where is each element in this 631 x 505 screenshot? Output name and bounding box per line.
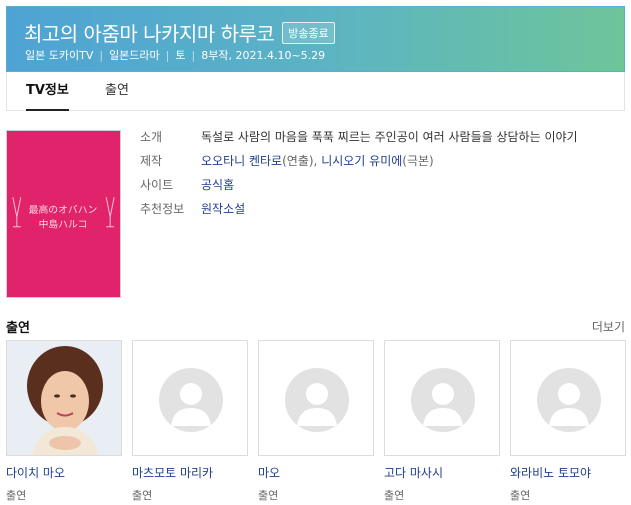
cast-name[interactable]: 마츠모토 마리카 bbox=[132, 464, 248, 481]
cast-role: 출연 bbox=[384, 489, 405, 502]
cast-photo[interactable] bbox=[6, 340, 122, 456]
tab-tv-info[interactable]: TV정보 bbox=[26, 72, 69, 111]
poster-title-line1: 最高のオバハン bbox=[29, 203, 98, 216]
cast-card[interactable]: 마츠모토 마리카 출연 bbox=[132, 340, 248, 503]
info-site-row: 사이트 공식홈 bbox=[140, 176, 610, 194]
title-row: 최고의 아줌마 나카지마 하루코 방송종료 bbox=[24, 18, 335, 47]
meta-divider: | bbox=[165, 48, 170, 62]
writer-link[interactable]: 니시오기 유미에 bbox=[321, 154, 402, 168]
tab-cast[interactable]: 출연 bbox=[105, 72, 129, 110]
program-info: 소개 독설로 사람의 마음을 푹푹 찌르는 주인공이 여러 사람들을 상담하는 … bbox=[140, 128, 610, 224]
cast-name[interactable]: 다이치 마오 bbox=[6, 464, 122, 481]
production-value: 오오타니 켄타로(연출), 니시오기 유미에(극본) bbox=[201, 152, 434, 170]
cast-card[interactable]: 와라비노 토모야 출연 bbox=[510, 340, 626, 503]
cast-photo[interactable] bbox=[258, 340, 374, 456]
meta-divider: | bbox=[99, 48, 104, 62]
cast-card[interactable]: 다이치 마오 출연 bbox=[6, 340, 122, 503]
cast-card[interactable]: 마오 출연 bbox=[258, 340, 374, 503]
director-link[interactable]: 오오타니 켄타로 bbox=[201, 154, 282, 168]
person-placeholder-icon bbox=[285, 368, 349, 432]
poster-artwork: 最高のオバハン 中島ハルコ bbox=[7, 131, 120, 297]
cast-role: 출연 bbox=[132, 489, 153, 502]
actor-photo-icon bbox=[7, 341, 121, 455]
info-intro-row: 소개 독설로 사람의 마음을 푹푹 찌르는 주인공이 여러 사람들을 상담하는 … bbox=[140, 128, 610, 146]
cast-card[interactable]: 고다 마사시 출연 bbox=[384, 340, 500, 503]
tab-bar: TV정보 출연 bbox=[6, 72, 625, 111]
cast-name[interactable]: 고다 마사시 bbox=[384, 464, 500, 481]
meta-episodes-dates: 8부작, 2021.4.10~5.29 bbox=[201, 49, 326, 62]
program-header: 최고의 아줌마 나카지마 하루코 방송종료 일본 도카이TV | 일본드라마 |… bbox=[6, 6, 625, 72]
info-recommend-row: 추천정보 원작소설 bbox=[140, 200, 610, 218]
person-placeholder-icon bbox=[159, 368, 223, 432]
program-meta: 일본 도카이TV | 일본드라마 | 토 | 8부작, 2021.4.10~5.… bbox=[25, 47, 325, 63]
cast-photo[interactable] bbox=[510, 340, 626, 456]
cast-name[interactable]: 와라비노 토모야 bbox=[510, 464, 626, 481]
poster-title-line2: 中島ハルコ bbox=[39, 218, 88, 231]
intro-text: 독설로 사람의 마음을 푹푹 찌르는 주인공이 여러 사람들을 상담하는 이야기 bbox=[201, 130, 578, 144]
intro-label: 소개 bbox=[140, 130, 163, 144]
recommend-label: 추천정보 bbox=[140, 202, 185, 216]
site-label: 사이트 bbox=[140, 178, 174, 192]
info-production-row: 제작 오오타니 켄타로(연출), 니시오기 유미에(극본) bbox=[140, 152, 610, 170]
cast-role: 출연 bbox=[510, 489, 531, 502]
cast-role: 출연 bbox=[6, 489, 27, 502]
meta-genre: 일본드라마 bbox=[109, 49, 160, 62]
meta-day: 토 bbox=[175, 49, 186, 62]
status-badge: 방송종료 bbox=[282, 21, 335, 44]
cast-role: 출연 bbox=[258, 489, 279, 502]
cast-name[interactable]: 마오 bbox=[258, 464, 374, 481]
official-site-link[interactable]: 공식홈 bbox=[201, 178, 234, 192]
meta-channel: 일본 도카이TV bbox=[25, 49, 94, 62]
writer-role: (극본) bbox=[402, 154, 434, 168]
production-label: 제작 bbox=[140, 154, 163, 168]
cast-section-title: 출연 bbox=[6, 321, 30, 336]
cast-photo[interactable] bbox=[132, 340, 248, 456]
program-title[interactable]: 최고의 아줌마 나카지마 하루코 bbox=[24, 18, 275, 47]
more-link[interactable]: 더보기 bbox=[592, 318, 625, 335]
person-placeholder-icon bbox=[411, 368, 475, 432]
meta-divider: | bbox=[191, 48, 196, 62]
poster-image[interactable]: 最高のオバハン 中島ハルコ bbox=[6, 130, 121, 298]
person-placeholder-icon bbox=[537, 368, 601, 432]
original-novel-link[interactable]: 원작소설 bbox=[201, 202, 245, 216]
director-role: (연출), bbox=[282, 154, 322, 168]
cast-photo[interactable] bbox=[384, 340, 500, 456]
